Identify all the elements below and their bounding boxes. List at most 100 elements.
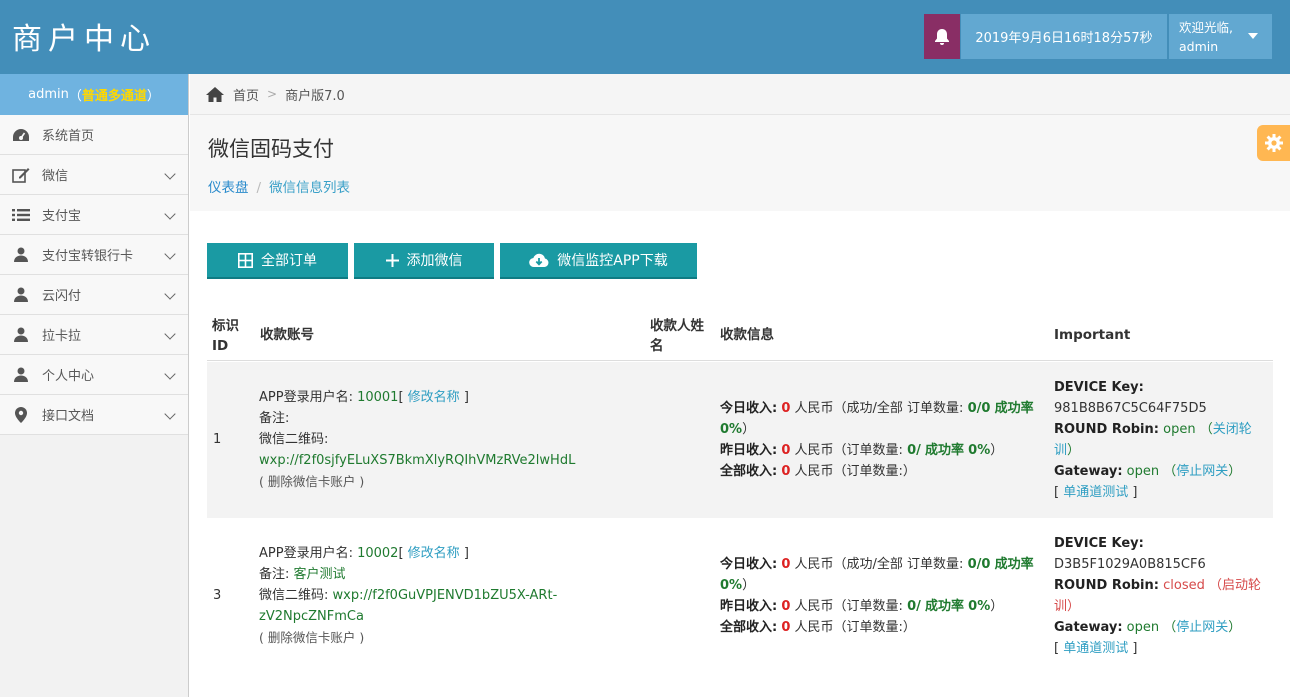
sidebar-username: admin — [28, 87, 69, 102]
user-menu-toggle[interactable]: 欢迎光临, admin — [1169, 14, 1272, 59]
sidebar-item-label: 云闪付 — [42, 289, 82, 304]
rename-link[interactable]: 修改名称 — [408, 546, 460, 561]
total-income: 0 — [781, 464, 791, 479]
chevron-down-icon — [164, 288, 176, 300]
table-row: 1 APP登录用户名: 10001[ 修改名称 ] 备注: 微信二维码: wxp… — [207, 362, 1273, 518]
col-info: 收款信息 — [720, 327, 774, 343]
remark-value: 客户测试 — [293, 567, 346, 582]
welcome-text: 欢迎光临, — [1179, 20, 1233, 35]
map-marker-icon — [12, 406, 30, 424]
single-channel-test-link[interactable]: 单通道测试 — [1063, 641, 1128, 656]
page-title: 微信固码支付 — [208, 137, 334, 161]
cloud-download-icon — [529, 253, 549, 267]
gateway-toggle[interactable]: 停止网关 — [1176, 620, 1228, 635]
subcrumb-wechat-list[interactable]: 微信信息列表 — [269, 180, 350, 196]
rename-link[interactable]: 修改名称 — [408, 390, 460, 405]
notification-button[interactable] — [924, 14, 960, 59]
round-robin-status: closed — [1163, 578, 1205, 593]
sidebar-item-label: 拉卡拉 — [42, 329, 82, 344]
login-username: 10001 — [357, 390, 399, 405]
gateway-status: open — [1126, 620, 1160, 635]
today-income: 0 — [781, 557, 791, 572]
sidebar-item-label: 支付宝转银行卡 — [42, 249, 134, 264]
sidebar-item-lakala[interactable]: 拉卡拉 — [0, 315, 188, 355]
sidebar-item-label: 接口文档 — [42, 409, 95, 424]
sidebar-item-profile[interactable]: 个人中心 — [0, 355, 188, 395]
user-icon — [12, 246, 30, 264]
row-id: 3 — [213, 588, 222, 603]
col-important: Important — [1054, 327, 1131, 343]
login-username: 10002 — [357, 546, 399, 561]
home-icon — [206, 86, 224, 102]
single-channel-test-link[interactable]: 单通道测试 — [1063, 485, 1128, 500]
important-cell: DEVICE Key: 981B8B67C5C64F75D5 ROUND Rob… — [1054, 377, 1272, 503]
edit-icon — [12, 166, 30, 184]
breadcrumb-home[interactable]: 首页 — [233, 85, 259, 104]
user-icon — [12, 286, 30, 304]
device-key: D3B5F1029A0B815CF6 — [1054, 557, 1206, 572]
table-row: 3 APP登录用户名: 10002[ 修改名称 ] 备注: 客户测试 微信二维码… — [207, 518, 1273, 674]
grid-icon — [238, 252, 253, 268]
qr-code-url: wxp://f2f0sjfyELuXS7BkmXlyRQIhVMzRVe2lwH… — [259, 453, 576, 468]
page-subcrumb: 仪表盘 / 微信信息列表 — [208, 180, 351, 196]
subcrumb-dashboard[interactable]: 仪表盘 — [208, 180, 249, 196]
chevron-down-icon — [164, 208, 176, 220]
gateway-toggle[interactable]: 停止网关 — [1176, 464, 1228, 479]
sidebar-item-alipay[interactable]: 支付宝 — [0, 195, 188, 235]
row-id: 1 — [213, 432, 222, 447]
account-cell: APP登录用户名: 10002[ 修改名称 ] 备注: 客户测试 微信二维码: … — [259, 546, 558, 645]
bell-icon — [935, 28, 949, 45]
account-cell: APP登录用户名: 10001[ 修改名称 ] 备注: 微信二维码: wxp:/… — [259, 387, 639, 492]
table-header: 标识ID 收款账号 收款人姓名 收款信息 Important — [207, 311, 1273, 361]
sidebar-item-label: 个人中心 — [42, 369, 95, 384]
gear-icon — [1264, 134, 1283, 152]
round-robin-status: open — [1163, 422, 1196, 437]
sidebar: admin （ 普通多通道 ） 系统首页 微信 支付宝 支付宝转银行卡 云闪付 … — [0, 74, 189, 697]
income-cell: 今日收入: 0 人民币（成功/全部 订单数量: 0/0 成功率 0%） 昨日收入… — [720, 557, 1034, 635]
yesterday-income: 0 — [781, 599, 791, 614]
total-income: 0 — [781, 620, 791, 635]
col-id: 标识ID — [212, 318, 239, 354]
delete-account-link[interactable]: 删除微信卡账户 — [268, 474, 356, 489]
sidebar-item-wechat[interactable]: 微信 — [0, 155, 188, 195]
chevron-down-icon — [164, 408, 176, 420]
user-icon — [12, 366, 30, 384]
sidebar-item-label: 系统首页 — [42, 129, 95, 144]
sidebar-item-api-docs[interactable]: 接口文档 — [0, 395, 188, 435]
breadcrumb-current: 商户版7.0 — [285, 88, 345, 104]
col-account: 收款账号 — [260, 327, 314, 343]
sidebar-item-alipay-to-bank[interactable]: 支付宝转银行卡 — [0, 235, 188, 275]
main-content: 全部订单 添加微信 微信监控APP下载 标识ID 收款账号 收款人姓名 收款信息… — [190, 211, 1290, 697]
breadcrumb: 首页 > 商户版7.0 — [190, 74, 1290, 115]
col-payee: 收款人姓名 — [650, 318, 704, 354]
plus-icon — [385, 253, 399, 267]
today-income: 0 — [781, 401, 791, 416]
chevron-down-icon — [164, 248, 176, 260]
user-channel-tag: 普通多通道 — [81, 89, 147, 104]
delete-account-link[interactable]: 删除微信卡账户 — [268, 630, 356, 645]
sidebar-item-dashboard[interactable]: 系统首页 — [0, 115, 188, 155]
add-wechat-button[interactable]: 添加微信 — [354, 243, 494, 279]
important-cell: DEVICE Key: D3B5F1029A0B815CF6 ROUND Rob… — [1054, 533, 1272, 659]
settings-button[interactable] — [1257, 125, 1290, 161]
user-icon — [12, 326, 30, 344]
current-datetime: 2019年9月6日16时18分57秒 — [961, 14, 1167, 59]
sidebar-item-label: 微信 — [42, 169, 69, 184]
sidebar-item-unionpay[interactable]: 云闪付 — [0, 275, 188, 315]
chevron-down-icon — [164, 328, 176, 340]
device-key: 981B8B67C5C64F75D5 — [1054, 401, 1207, 416]
app-logo: 商户中心 — [12, 22, 156, 57]
sidebar-item-label: 支付宝 — [42, 209, 82, 224]
dashboard-icon — [12, 126, 30, 144]
chevron-down-icon — [164, 368, 176, 380]
chevron-down-icon — [164, 168, 176, 180]
page-header: 微信固码支付 仪表盘 / 微信信息列表 — [190, 115, 1290, 211]
header-username: admin — [1179, 39, 1219, 54]
gateway-status: open — [1126, 464, 1160, 479]
sidebar-user-info: admin （ 普通多通道 ） — [0, 74, 188, 115]
yesterday-income: 0 — [781, 443, 791, 458]
download-app-button[interactable]: 微信监控APP下载 — [500, 243, 697, 279]
all-orders-button[interactable]: 全部订单 — [207, 243, 348, 279]
list-icon — [12, 206, 30, 224]
income-cell: 今日收入: 0 人民币（成功/全部 订单数量: 0/0 成功率 0%） 昨日收入… — [720, 401, 1034, 479]
